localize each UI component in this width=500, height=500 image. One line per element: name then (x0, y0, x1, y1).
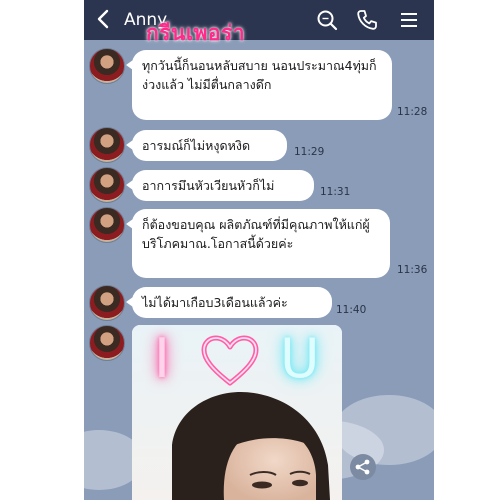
message-text: ก็ต้องขอบคุณ ผลิตภัณฑ์ที่มีคุณภาพให้แก่ผ… (142, 217, 370, 251)
message-bubble: ไม่ได้มาเกือบ3เดือนแล้วค่ะ (126, 287, 332, 318)
avatar[interactable] (89, 325, 125, 361)
neon-letter-u: U (280, 327, 320, 390)
message-time: 11:28 (397, 106, 428, 118)
heart-icon (200, 335, 260, 387)
message-text: อารมณ์ก็ไม่หงุดหงิด (142, 138, 251, 153)
message-text: ทุกวันนี้ก็นอนหลับสบาย นอนประมาณ4ทุ่มก็ง… (142, 58, 377, 92)
watermark-overlay-text: กรีนเพอร่า (146, 21, 246, 45)
photo-message[interactable]: I U (132, 325, 342, 500)
neon-letter-i: I (154, 327, 170, 390)
avatar[interactable] (89, 167, 125, 203)
message-time: 11:36 (397, 264, 428, 276)
background-cloud (334, 395, 434, 465)
message-bubble: อารมณ์ก็ไม่หงุดหงิด (126, 130, 287, 161)
chat-screen: Anny กรีนเพอร่า ทุกวันนี้ก็นอนหลับสบาย น… (84, 0, 434, 500)
share-icon[interactable] (350, 454, 376, 480)
avatar[interactable] (89, 127, 125, 163)
message-bubble: ก็ต้องขอบคุณ ผลิตภัณฑ์ที่มีคุณภาพให้แก่ผ… (126, 209, 390, 278)
avatar[interactable] (89, 207, 125, 243)
avatar[interactable] (89, 48, 125, 84)
menu-icon[interactable] (398, 9, 420, 31)
message-bubble: ทุกวันนี้ก็นอนหลับสบาย นอนประมาณ4ทุ่มก็ง… (126, 50, 392, 120)
message-time: 11:40 (336, 304, 367, 316)
message-text: อาการมึนหัวเวียนหัวก็ไม่ (142, 178, 275, 193)
phone-icon[interactable] (356, 9, 378, 31)
avatar[interactable] (89, 285, 125, 321)
search-icon[interactable] (316, 9, 338, 31)
message-text: ไม่ได้มาเกือบ3เดือนแล้วค่ะ (142, 295, 288, 310)
message-time: 11:31 (320, 186, 351, 198)
chat-header: Anny (84, 0, 434, 40)
message-bubble: อาการมึนหัวเวียนหัวก็ไม่ (126, 170, 314, 201)
back-arrow-icon[interactable] (94, 7, 112, 37)
message-time: 11:29 (294, 146, 325, 158)
